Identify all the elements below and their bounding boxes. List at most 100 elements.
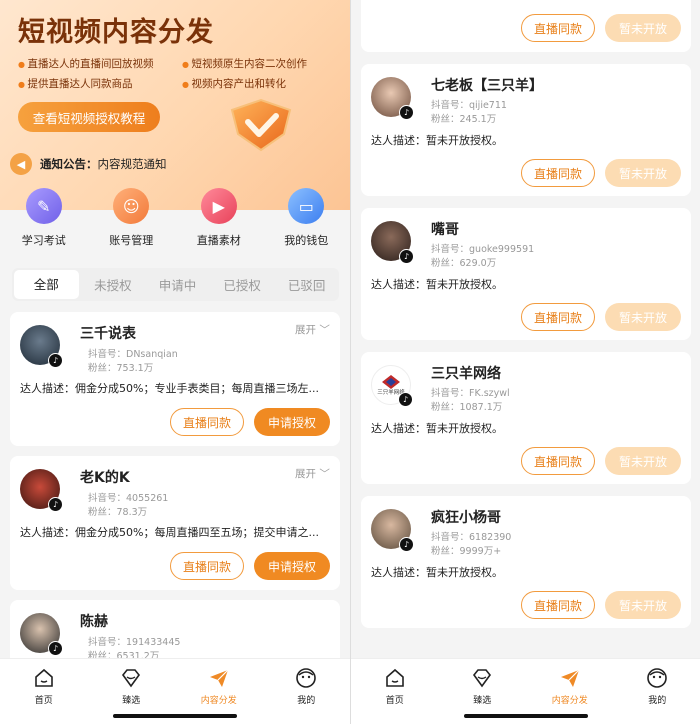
apply-auth-button[interactable]: 申请授权 — [254, 408, 330, 436]
creator-card[interactable]: ♪ 老K的K 抖音号：4055261 粉丝：78.3万 展开 ﹀ 达人描述：佣金… — [10, 456, 340, 590]
live-same-button[interactable]: 直播同款 — [521, 159, 595, 187]
expand-label: 展开 — [295, 324, 316, 336]
live-same-button[interactable]: 直播同款 — [521, 14, 595, 42]
quick-action-label: 我的钱包 — [284, 234, 329, 247]
face-icon — [296, 668, 317, 688]
fans-count: 粉丝：245.1万 — [431, 111, 496, 125]
tab-all[interactable]: 全部 — [14, 270, 79, 299]
quick-action-study[interactable]: ✎ 学习考试 — [0, 188, 88, 250]
not-open-button: 暂未开放 — [605, 591, 681, 619]
quick-actions: ✎ 学习考试 ☺ 账号管理 ▶ 直播素材 ▭ 我的钱包 — [0, 188, 350, 250]
live-same-button[interactable]: 直播同款 — [521, 591, 595, 619]
user-icon: ☺ — [113, 188, 150, 224]
fans-value: 753.1万 — [116, 363, 154, 374]
creator-name: 陈赫 — [80, 614, 108, 630]
quick-action-label: 账号管理 — [109, 234, 154, 247]
live-same-button[interactable]: 直播同款 — [521, 447, 595, 475]
douyin-id-label: 抖音号： — [431, 388, 470, 399]
creator-card[interactable]: ♪ 七老板【三只羊】 抖音号：qijie711 粉丝：245.1万 达人描述：暂… — [361, 64, 691, 196]
hero-feature: 提供直播达人同款商品 — [18, 76, 133, 91]
douyin-id-value: 6182390 — [469, 532, 512, 543]
send-icon — [560, 669, 580, 687]
creator-card[interactable]: ♪ 嘴哥 抖音号：guoke999591 粉丝：629.0万 达人描述：暂未开放… — [361, 208, 691, 340]
douyin-id-label: 抖音号： — [88, 637, 127, 648]
quick-action-material[interactable]: ▶ 直播素材 — [175, 188, 263, 250]
creator-card[interactable]: 三只羊网络 ♪ 三只羊网络 抖音号：FK.szywl 粉丝：1087.1万 达人… — [361, 352, 691, 484]
fans-value: 9999万+ — [459, 546, 502, 557]
douyin-icon: ♪ — [398, 392, 413, 407]
tab-pending[interactable]: 申请中 — [145, 275, 210, 294]
douyin-id: 抖音号：guoke999591 — [431, 241, 534, 255]
filter-tabs: 全部 未授权 申请中 已授权 已驳回 — [12, 268, 339, 301]
check-badge-icon — [230, 98, 292, 152]
nav-mine[interactable]: 我的 — [614, 659, 700, 724]
douyin-id-value: guoke999591 — [469, 244, 535, 255]
creator-desc: 达人描述：佣金分成50%；专业手表类目；每周直播三场左... — [20, 382, 319, 395]
diamond-icon — [122, 669, 141, 688]
diamond-icon — [473, 669, 492, 688]
creator-desc: 达人描述：暂未开放授权。 — [371, 278, 503, 291]
creator-name: 七老板【三只羊】 — [431, 78, 543, 94]
creator-desc: 达人描述：暂未开放授权。 — [371, 134, 503, 147]
creator-desc: 达人描述：佣金分成50%；每周直播四至五场；提交申请之... — [20, 526, 319, 539]
nav-mine[interactable]: 我的 — [263, 659, 351, 724]
douyin-id: 抖音号：6182390 — [431, 529, 511, 543]
nav-home[interactable]: 首页 — [0, 659, 88, 724]
douyin-icon: ♪ — [399, 105, 414, 120]
douyin-id-label: 抖音号： — [431, 532, 470, 543]
avatar: ♪ — [20, 469, 63, 512]
nav-label: 首页 — [385, 696, 404, 706]
hero-title: 短视频内容分发 — [18, 17, 214, 48]
fans-count: 粉丝：629.0万 — [431, 255, 496, 269]
notice-text: 内容规范通知 — [97, 157, 167, 171]
creator-card[interactable]: ♪ 疯狂小杨哥 抖音号：6182390 粉丝：9999万+ 达人描述：暂未开放授… — [361, 496, 691, 628]
fans-count: 粉丝：78.3万 — [88, 504, 147, 518]
notice-bar[interactable]: ◀ 通知公告： 内容规范通知 — [10, 150, 340, 178]
fans-value: 78.3万 — [116, 507, 148, 518]
creator-card[interactable]: ♪ 三千说表 抖音号：DNsanqian 粉丝：753.1万 展开 ﹀ 达人描述… — [10, 312, 340, 446]
creator-desc: 达人描述：暂未开放授权。 — [371, 422, 503, 435]
home-icon — [34, 668, 53, 687]
fans-label: 粉丝： — [431, 402, 460, 413]
pen-icon: ✎ — [25, 188, 62, 224]
nav-label: 臻选 — [122, 696, 141, 706]
wallet-icon: ▭ — [288, 188, 325, 224]
douyin-icon: ♪ — [399, 537, 414, 552]
home-indicator — [113, 714, 237, 718]
creator-desc: 达人描述：暂未开放授权。 — [371, 566, 503, 579]
fans-label: 粉丝： — [431, 114, 460, 125]
douyin-id-label: 抖音号： — [431, 244, 470, 255]
tab-authorized[interactable]: 已授权 — [210, 275, 275, 294]
expand-toggle[interactable]: 展开 ﹀ — [295, 322, 330, 337]
fans-value: 245.1万 — [459, 114, 497, 125]
right-screen: 直播同款 暂未开放 ♪ 七老板【三只羊】 抖音号：qijie711 粉丝：245… — [350, 0, 700, 724]
tab-rejected[interactable]: 已驳回 — [274, 275, 339, 294]
avatar: 三只羊网络 ♪ — [371, 365, 413, 407]
douyin-id-value: DNsanqian — [126, 349, 178, 360]
live-same-button[interactable]: 直播同款 — [170, 552, 244, 580]
live-same-button[interactable]: 直播同款 — [170, 408, 244, 436]
tutorial-button[interactable]: 查看短视频授权教程 — [18, 102, 160, 132]
live-same-button[interactable]: 直播同款 — [521, 303, 595, 331]
douyin-id-label: 抖音号： — [431, 100, 470, 111]
douyin-icon: ♪ — [399, 249, 414, 264]
creator-name: 疯狂小杨哥 — [431, 510, 501, 526]
sheep-logo-icon — [382, 375, 400, 389]
quick-action-wallet[interactable]: ▭ 我的钱包 — [263, 188, 351, 250]
douyin-id-label: 抖音号： — [88, 493, 127, 504]
home-indicator — [464, 714, 588, 718]
not-open-button: 暂未开放 — [605, 303, 681, 331]
apply-auth-button[interactable]: 申请授权 — [254, 552, 330, 580]
home-icon — [385, 668, 404, 687]
not-open-button: 暂未开放 — [605, 14, 681, 42]
nav-home[interactable]: 首页 — [351, 659, 439, 724]
douyin-id-value: 191433445 — [126, 637, 181, 648]
tab-unauthorized[interactable]: 未授权 — [81, 275, 146, 294]
creator-name: 老K的K — [80, 470, 130, 486]
nav-label: 我的 — [297, 696, 316, 706]
expand-toggle[interactable]: 展开 ﹀ — [295, 466, 330, 481]
nav-label: 首页 — [34, 696, 53, 706]
quick-action-account[interactable]: ☺ 账号管理 — [88, 188, 176, 250]
avatar: ♪ — [371, 221, 414, 264]
creator-card[interactable]: 直播同款 暂未开放 — [361, 0, 691, 52]
